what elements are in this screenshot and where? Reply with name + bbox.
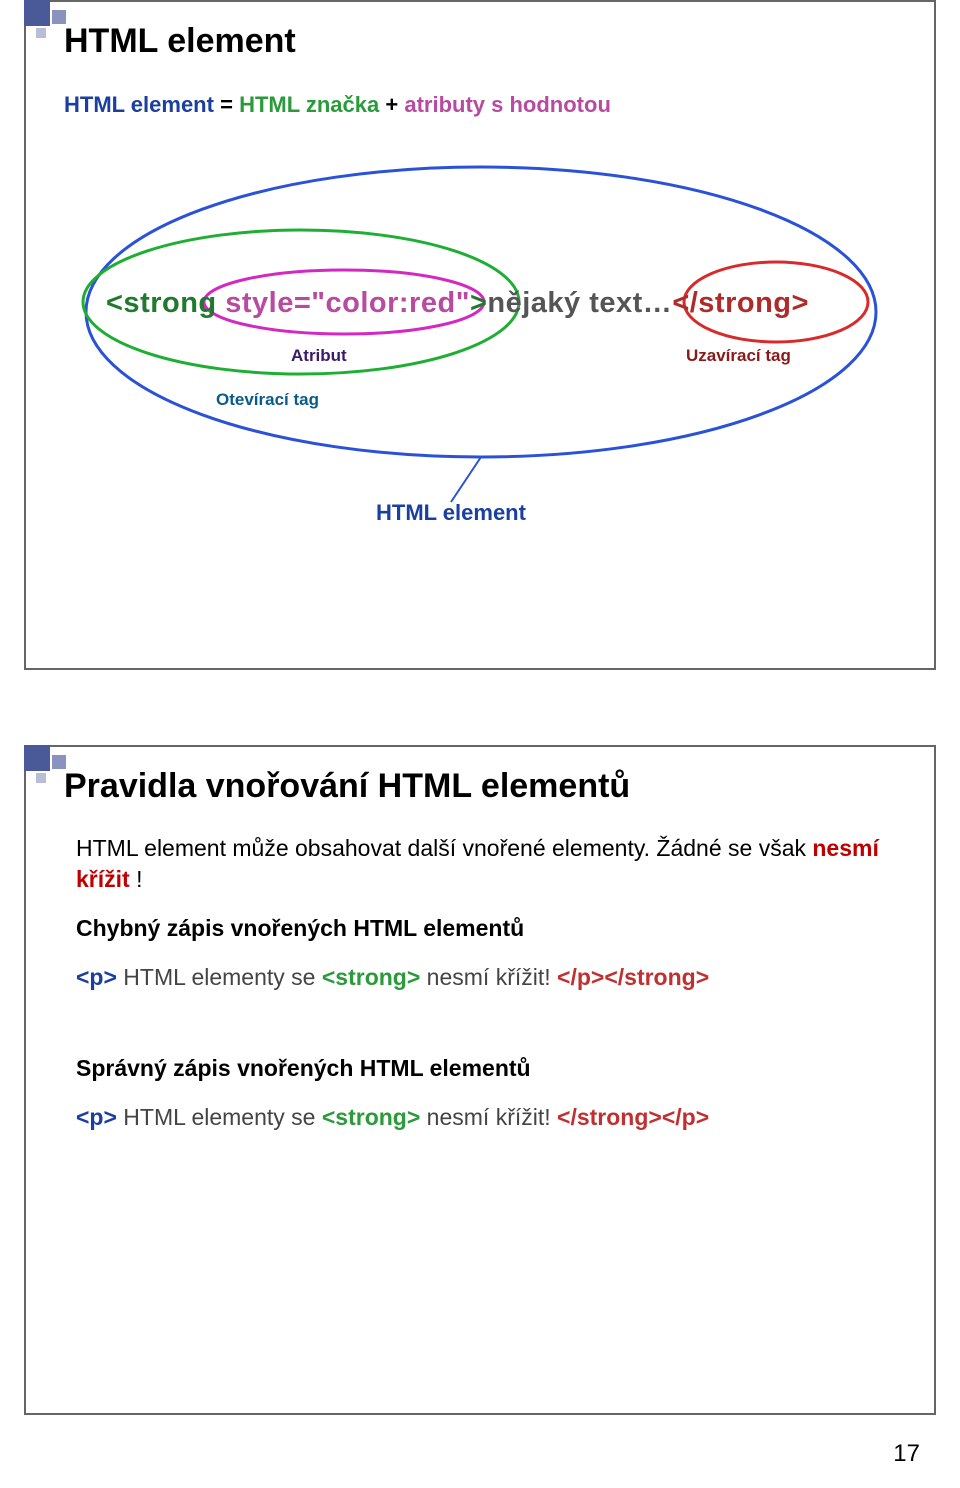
- c-p-open: <p>: [76, 1104, 117, 1130]
- slide-2: Pravidla vnořování HTML elementů HTML el…: [24, 745, 936, 1415]
- slide2-title: Pravidla vnořování HTML elementů: [64, 767, 630, 806]
- wrong-heading: Chybný zápis vnořených HTML elementů: [76, 913, 884, 944]
- c-strong-open: <strong>: [322, 1104, 420, 1130]
- label-closing-tag: Uzavírací tag: [686, 346, 791, 366]
- intro-paragraph: HTML element může obsahovat další vnořen…: [76, 833, 884, 895]
- code-gt: >: [470, 287, 487, 319]
- formula-term1: HTML element: [64, 92, 214, 117]
- intro-c: !: [130, 866, 143, 892]
- c-end: </strong></p>: [557, 1104, 709, 1130]
- c-text-b: nesmí křížit!: [420, 1104, 557, 1130]
- diagram: <strong style="color:red">nějaký text…</…: [86, 162, 886, 592]
- w-text-a: HTML elementy se: [117, 964, 322, 990]
- slide1-title: HTML element: [64, 22, 296, 61]
- formula-eq: =: [220, 92, 233, 117]
- intro-a: HTML element může obsahovat další vnořen…: [76, 835, 812, 861]
- diagram-svg: [86, 162, 886, 592]
- slide-1: HTML element HTML element = HTML značka …: [24, 0, 936, 670]
- formula-line: HTML element = HTML značka + atributy s …: [64, 92, 611, 118]
- code-close-tag: </strong>: [672, 287, 809, 319]
- formula-term2: HTML značka: [239, 92, 379, 117]
- formula-plus: +: [385, 92, 398, 117]
- w-strong-open: <strong>: [322, 964, 420, 990]
- correct-example: <p> HTML elementy se <strong> nesmí kříž…: [76, 1102, 884, 1133]
- page-number: 17: [893, 1440, 920, 1468]
- code-attribute: style="color:red": [225, 287, 470, 319]
- correct-heading: Správný zápis vnořených HTML elementů: [76, 1053, 884, 1084]
- slide2-body: HTML element může obsahovat další vnořen…: [76, 833, 884, 1151]
- code-text: nějaký text…: [487, 287, 672, 319]
- code-space: [217, 287, 226, 319]
- wrong-example: <p> HTML elementy se <strong> nesmí kříž…: [76, 962, 884, 993]
- code-open-tag: <strong: [106, 287, 217, 319]
- c-text-a: HTML elementy se: [117, 1104, 322, 1130]
- w-end: </p></strong>: [557, 964, 709, 990]
- label-html-element: HTML element: [376, 500, 526, 526]
- formula-term3: atributy s hodnotou: [404, 92, 611, 117]
- w-p-open: <p>: [76, 964, 117, 990]
- w-text-b: nesmí křížit!: [420, 964, 557, 990]
- label-opening-tag: Otevírací tag: [216, 390, 319, 410]
- label-attribute: Atribut: [291, 346, 347, 366]
- diagram-codeline: <strong style="color:red">nějaký text…</…: [106, 287, 886, 320]
